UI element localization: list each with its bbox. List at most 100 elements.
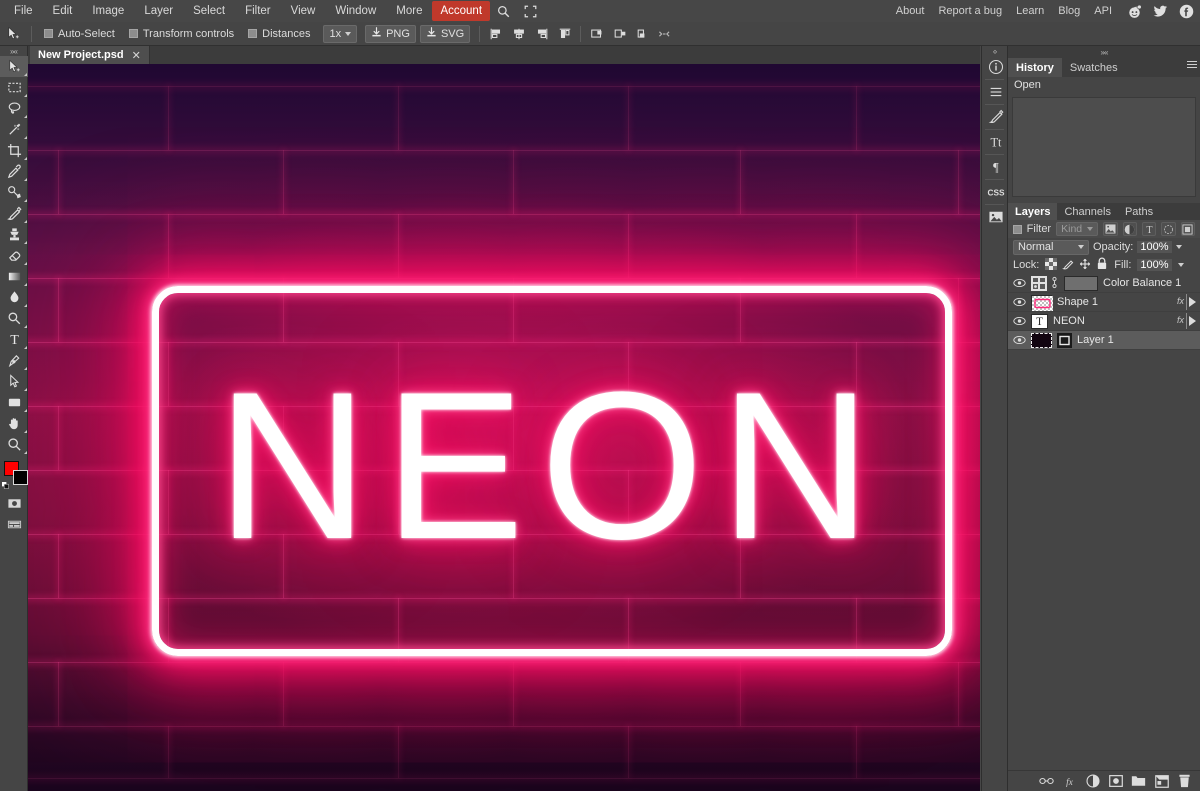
default-colors-icon[interactable] — [2, 480, 9, 489]
opacity-chevron-down-icon[interactable] — [1175, 245, 1182, 249]
tab-layers[interactable]: Layers — [1008, 203, 1058, 220]
menu-window[interactable]: Window — [325, 1, 386, 21]
tool-blur[interactable] — [0, 287, 28, 308]
tab-swatches[interactable]: Swatches — [1062, 58, 1126, 77]
link-learn[interactable]: Learn — [1009, 1, 1051, 21]
distribute-right-icon[interactable] — [632, 24, 653, 44]
menu-view[interactable]: View — [281, 1, 326, 21]
align-right-icon[interactable] — [531, 24, 552, 44]
tool-eraser[interactable] — [0, 245, 28, 266]
menu-more[interactable]: More — [386, 1, 432, 21]
distances-checkbox[interactable]: Distances — [241, 28, 317, 40]
distribute-left-icon[interactable] — [586, 24, 607, 44]
blend-mode-select[interactable]: Normal — [1013, 239, 1089, 255]
opacity-value[interactable]: 100% — [1137, 241, 1172, 253]
layer-name[interactable]: Layer 1 — [1077, 334, 1114, 346]
tool-gradient[interactable] — [0, 266, 28, 287]
layer-expand-icon[interactable] — [1189, 297, 1196, 307]
facebook-icon[interactable] — [1179, 4, 1194, 19]
align-center-horizontal-icon[interactable] — [508, 24, 529, 44]
align-left-icon[interactable] — [485, 24, 506, 44]
delete-layer-icon[interactable] — [1177, 774, 1192, 789]
filter-checkbox[interactable] — [1013, 224, 1022, 234]
distribute-spacing-icon[interactable] — [655, 24, 676, 44]
link-layers-icon[interactable] — [1039, 774, 1054, 789]
tool-marquee[interactable] — [0, 77, 28, 98]
canvas-viewport[interactable]: NEON — [28, 64, 980, 791]
search-icon[interactable] — [490, 3, 517, 20]
paragraph-panel-icon[interactable]: ¶ — [982, 156, 1009, 178]
table-row[interactable]: Color Balance 1 — [1008, 274, 1200, 293]
menu-select[interactable]: Select — [183, 1, 235, 21]
layer-mask-thumbnail[interactable] — [1064, 275, 1098, 291]
history-panel-collapse-button[interactable]: »« — [1008, 46, 1200, 58]
layer-name[interactable]: NEON — [1053, 315, 1085, 327]
tool-move[interactable] — [0, 56, 28, 77]
menu-layer[interactable]: Layer — [134, 1, 183, 21]
layer-visibility-icon[interactable] — [1012, 335, 1026, 345]
fill-chevron-down-icon[interactable] — [1177, 263, 1184, 267]
distribute-center-icon[interactable] — [609, 24, 630, 44]
layer-visibility-icon[interactable] — [1012, 316, 1026, 326]
table-row[interactable]: Layer 1 — [1008, 331, 1200, 350]
info-panel-icon[interactable] — [982, 56, 1009, 78]
lock-all-icon[interactable] — [1096, 257, 1108, 273]
tool-magic-wand[interactable] — [0, 119, 28, 140]
tool-eyedropper[interactable] — [0, 161, 28, 182]
table-row[interactable]: Shape 1 fx — [1008, 293, 1200, 312]
tool-zoom[interactable] — [0, 434, 28, 455]
layer-name[interactable]: Color Balance 1 — [1103, 277, 1181, 289]
history-entry-open[interactable]: Open — [1008, 77, 1200, 93]
toolbar-collapse-button[interactable]: »« — [0, 46, 27, 56]
tool-quick-mask[interactable] — [0, 493, 28, 514]
character-panel-icon[interactable]: Tt — [982, 131, 1009, 153]
layer-text-thumbnail[interactable]: T — [1031, 313, 1048, 329]
tool-dodge[interactable] — [0, 308, 28, 329]
new-layer-icon[interactable] — [1154, 774, 1169, 789]
link-about[interactable]: About — [889, 1, 932, 21]
tab-paths[interactable]: Paths — [1118, 203, 1160, 220]
tool-screen-mode[interactable] — [0, 514, 28, 535]
export-svg-button[interactable]: SVG — [419, 24, 471, 43]
tab-history[interactable]: History — [1008, 58, 1062, 77]
tab-channels[interactable]: Channels — [1057, 203, 1117, 220]
fullscreen-icon[interactable] — [517, 3, 544, 20]
new-adjustment-icon[interactable] — [1085, 774, 1100, 789]
image-panel-icon[interactable] — [982, 206, 1009, 228]
layer-effects-badge[interactable]: fx — [1177, 315, 1184, 325]
tool-type[interactable]: T — [0, 329, 28, 350]
layer-effects-badge[interactable]: fx — [1177, 296, 1184, 306]
link-report-a-bug[interactable]: Report a bug — [931, 1, 1009, 21]
table-row[interactable]: T NEON fx — [1008, 312, 1200, 331]
layer-visibility-icon[interactable] — [1012, 297, 1026, 307]
filter-smart-object-icon[interactable] — [1180, 222, 1195, 236]
filter-shape-icon[interactable] — [1161, 222, 1176, 236]
add-mask-icon[interactable] — [1108, 774, 1123, 789]
color-swatches[interactable] — [0, 459, 28, 489]
document-tab[interactable]: New Project.psd ✕ — [30, 46, 150, 64]
tool-healing-brush[interactable] — [0, 182, 28, 203]
zoom-level-select[interactable]: 1x — [323, 24, 358, 43]
fill-value[interactable]: 100% — [1137, 259, 1172, 271]
properties-panel-icon[interactable] — [982, 81, 1009, 103]
filter-pixel-icon[interactable] — [1103, 222, 1118, 236]
layer-link-icon[interactable] — [1050, 276, 1059, 291]
tool-shape[interactable] — [0, 392, 28, 413]
lock-image-icon[interactable] — [1062, 258, 1074, 273]
link-api[interactable]: API — [1087, 1, 1119, 21]
panel-menu-icon[interactable] — [1187, 61, 1197, 68]
css-panel-icon[interactable]: CSS — [982, 181, 1009, 203]
filter-type-icon[interactable]: T — [1141, 222, 1157, 236]
tool-pen[interactable] — [0, 350, 28, 371]
tool-clone-stamp[interactable] — [0, 224, 28, 245]
filter-adjustment-icon[interactable] — [1122, 222, 1137, 236]
layer-expand-icon[interactable] — [1189, 316, 1196, 326]
rail-collapse-button[interactable]: ‹› — [982, 46, 1007, 56]
tool-lasso[interactable] — [0, 98, 28, 119]
layer-visibility-icon[interactable] — [1012, 278, 1026, 288]
auto-select-checkbox[interactable]: Auto-Select — [37, 28, 122, 40]
menu-image[interactable]: Image — [82, 1, 134, 21]
history-entry-list[interactable] — [1012, 97, 1196, 197]
layer-name[interactable]: Shape 1 — [1057, 296, 1098, 308]
menu-account[interactable]: Account — [432, 1, 491, 21]
